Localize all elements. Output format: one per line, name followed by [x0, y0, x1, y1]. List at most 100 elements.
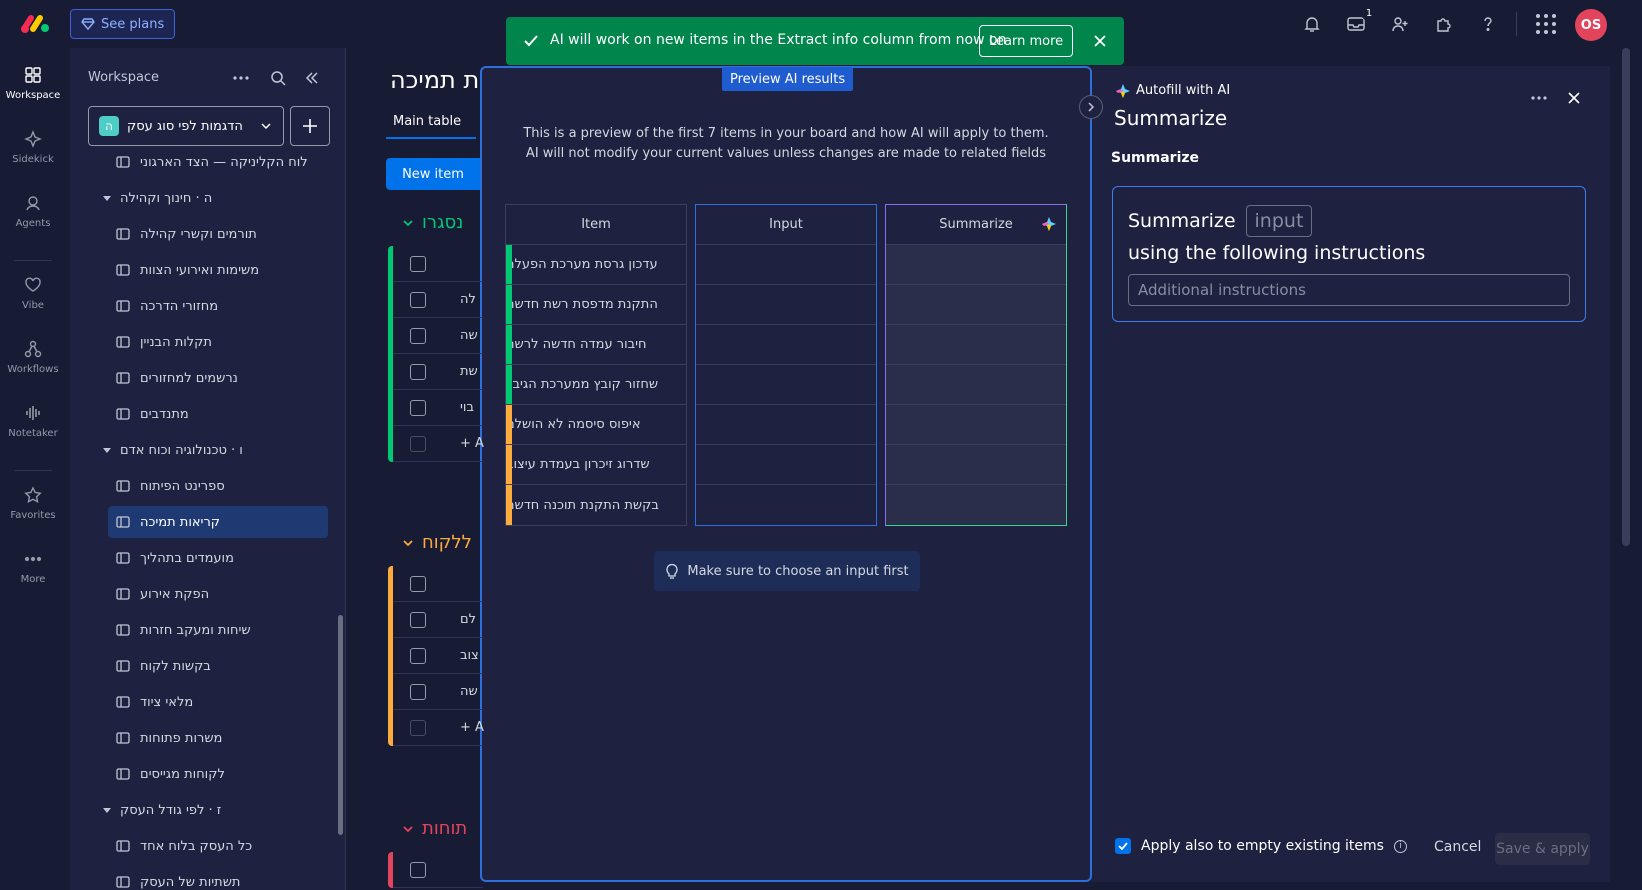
sidebar-board-item[interactable]: תקלות הבניין: [108, 326, 328, 358]
sidebar-folder[interactable]: ז · לפי גודל העסק: [94, 794, 324, 826]
caret-down-icon: [102, 805, 112, 815]
group-color-stripe: [506, 285, 512, 324]
sidebar-board-item[interactable]: הפקת אירוע: [108, 578, 328, 610]
sidebar-board-item[interactable]: קריאות תמיכה: [108, 506, 328, 538]
agent-icon: [24, 194, 42, 212]
group-color-stripe: [506, 325, 512, 364]
collapse-preview-button[interactable]: [1079, 95, 1103, 119]
row-checkbox[interactable]: [410, 255, 426, 272]
hint-text: Make sure to choose an input first: [687, 563, 909, 579]
row-item-name: שה: [460, 684, 478, 699]
panel-more-icon[interactable]: [1530, 90, 1548, 106]
rail-agents[interactable]: Agents: [0, 194, 66, 229]
workspace-selector[interactable]: הדגמות לפי סוג עסק ה: [88, 106, 284, 146]
preview-summarize-cell: [886, 245, 1066, 285]
group-title: ללקוח: [422, 532, 472, 553]
collapse-sidebar-icon[interactable]: [304, 70, 320, 86]
puzzle-icon[interactable]: [1432, 12, 1456, 36]
sidebar-item-label: כל העסק בלוח אחד: [140, 838, 253, 854]
row-checkbox[interactable]: [410, 363, 426, 380]
row-checkbox[interactable]: [410, 575, 426, 592]
row-checkbox[interactable]: [410, 399, 426, 416]
group-title: נסגרו: [422, 212, 464, 233]
sidebar-board-item[interactable]: מתנדבים: [108, 398, 328, 430]
row-checkbox[interactable]: [410, 291, 426, 308]
sidebar-item-label: לוח הקליניקה — הצד הארגוני: [140, 154, 308, 170]
search-icon[interactable]: [270, 70, 286, 86]
sidebar-board-item[interactable]: תורמים וקשרי קהילה: [108, 218, 328, 250]
more-options-icon[interactable]: [232, 70, 250, 86]
row-item-name: בוי: [460, 400, 474, 415]
group-header-row[interactable]: [393, 566, 483, 602]
row-item-name: צוב: [460, 648, 479, 663]
additional-instructions-input[interactable]: Additional instructions: [1128, 274, 1570, 306]
row-checkbox[interactable]: [410, 611, 426, 628]
add-item-row[interactable]: + A: [460, 720, 484, 735]
row-checkbox[interactable]: [410, 861, 426, 878]
preview-input-cell: [696, 285, 876, 325]
row-checkbox[interactable]: [410, 327, 426, 344]
sidebar-item-label: ו · טכנולוגיה וכוח אדם: [120, 442, 243, 458]
help-icon[interactable]: [1476, 12, 1500, 36]
info-icon[interactable]: i: [1393, 839, 1407, 853]
tab-main-table[interactable]: Main table: [393, 114, 461, 129]
group-header-row[interactable]: [393, 852, 483, 888]
sidebar-board-item[interactable]: לקוחות מגייסים: [108, 758, 328, 790]
sidebar-board-item[interactable]: לוח הקליניקה — הצד הארגוני: [108, 146, 328, 178]
preview-input-column[interactable]: Input: [695, 204, 877, 526]
group-header-row[interactable]: [393, 246, 483, 282]
input-chip[interactable]: input: [1245, 205, 1313, 237]
rail-favorites[interactable]: Favorites: [0, 486, 66, 521]
group-header[interactable]: תוחות: [402, 818, 467, 839]
rail-vibe[interactable]: Vibe: [0, 276, 66, 311]
page-scrollbar[interactable]: [1622, 48, 1630, 546]
sidebar-board-item[interactable]: משרות פתוחות: [108, 722, 328, 754]
sidebar-board-item[interactable]: בקשות לקוח: [108, 650, 328, 682]
row-checkbox[interactable]: [410, 435, 426, 452]
sidebar-board-item[interactable]: מחזורי הדרכה: [108, 290, 328, 322]
add-item-row[interactable]: + A: [460, 436, 484, 451]
sidebar-board-item[interactable]: נרשמים למחזורים: [108, 362, 328, 394]
invite-members-icon[interactable]: [1388, 12, 1412, 36]
learn-more-button[interactable]: Learn more: [979, 25, 1074, 57]
toast-close-icon[interactable]: [1088, 29, 1112, 53]
rail-sidekick[interactable]: Sidekick: [0, 130, 66, 165]
group-header[interactable]: נסגרו: [402, 212, 463, 233]
sidebar-board-item[interactable]: משימות ואירועי הצוות: [108, 254, 328, 286]
sidebar-folder[interactable]: ה · חינוך וקהילה: [94, 182, 324, 214]
save-apply-button[interactable]: Save & apply: [1495, 833, 1590, 865]
sidebar-item-label: מלאי ציוד: [140, 694, 194, 710]
new-item-button[interactable]: New item: [386, 158, 480, 190]
row-checkbox[interactable]: [410, 647, 426, 664]
sidebar-board-item[interactable]: ספרינט הפיתוח: [108, 470, 328, 502]
sidebar-board-item[interactable]: תשתיות של העסק: [108, 866, 328, 890]
rail-workspace[interactable]: Workspace: [0, 66, 66, 101]
group-header[interactable]: ללקוח: [402, 532, 472, 553]
sidebar-board-item[interactable]: כל העסק בלוח אחד: [108, 830, 328, 862]
sidebar-scrollbar[interactable]: [338, 615, 343, 835]
see-plans-button[interactable]: See plans: [70, 9, 176, 39]
apps-grid-icon[interactable]: [1534, 12, 1558, 36]
row-checkbox[interactable]: [410, 683, 426, 700]
sidebar-board-item[interactable]: מלאי ציוד: [108, 686, 328, 718]
rail-notetaker[interactable]: Notetaker: [0, 404, 66, 439]
sidebar-folder[interactable]: ו · טכנולוגיה וכוח אדם: [94, 434, 324, 466]
add-workspace-item-button[interactable]: [290, 106, 330, 146]
avatar[interactable]: OS: [1575, 9, 1607, 41]
monday-logo[interactable]: [20, 12, 50, 34]
prompt-line: Summarize input: [1128, 205, 1313, 237]
preview-item-text: שחזור קובץ ממערכת הגיבוי: [506, 377, 659, 392]
sidebar-board-item[interactable]: מועמדים בתהליך: [108, 542, 328, 574]
apply-empty-checkbox[interactable]: [1115, 838, 1131, 854]
row-checkbox[interactable]: [410, 719, 426, 736]
cancel-button[interactable]: Cancel: [1434, 839, 1481, 855]
sidebar-item-label: הפקת אירוע: [140, 586, 210, 602]
sidebar-board-item[interactable]: שיחות ומעקב חזרות: [108, 614, 328, 646]
sidebar-item-label: מועמדים בתהליך: [140, 550, 234, 566]
board-icon: [116, 731, 130, 745]
group-color-stripe: [506, 245, 512, 284]
rail-workflows[interactable]: Workflows: [0, 340, 66, 375]
rail-more[interactable]: More: [0, 550, 66, 585]
bell-icon[interactable]: [1300, 12, 1324, 36]
panel-close-icon[interactable]: [1568, 92, 1580, 104]
